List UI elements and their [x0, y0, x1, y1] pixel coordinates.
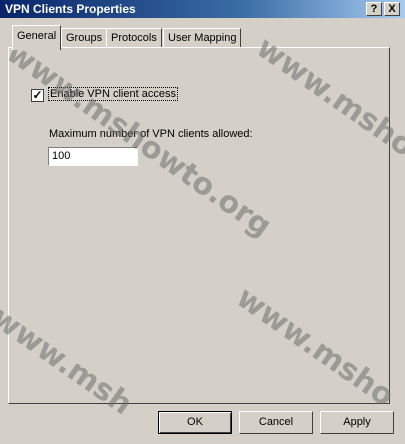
tab-protocols[interactable]: Protocols — [106, 28, 162, 48]
max-clients-input[interactable]: 100 — [48, 147, 138, 166]
tab-general[interactable]: General — [12, 25, 62, 50]
close-button[interactable]: X — [384, 2, 400, 16]
tab-groups[interactable]: Groups — [61, 28, 108, 48]
cancel-button[interactable]: Cancel — [239, 411, 313, 434]
help-button[interactable]: ? — [366, 2, 382, 16]
general-tab-panel — [8, 47, 390, 404]
apply-button[interactable]: Apply — [320, 411, 394, 434]
enable-vpn-access-label[interactable]: Enable VPN client access — [48, 87, 178, 101]
vpn-clients-properties-dialog: VPN Clients Properties ? X General Group… — [0, 0, 405, 444]
max-clients-label: Maximum number of VPN clients allowed: — [49, 128, 253, 140]
enable-vpn-access-checkbox[interactable]: ✓ — [31, 89, 44, 102]
tab-user-mapping[interactable]: User Mapping — [163, 28, 242, 48]
window-title: VPN Clients Properties — [5, 2, 136, 16]
title-bar: VPN Clients Properties ? X — [0, 0, 405, 18]
ok-button[interactable]: OK — [158, 411, 232, 434]
